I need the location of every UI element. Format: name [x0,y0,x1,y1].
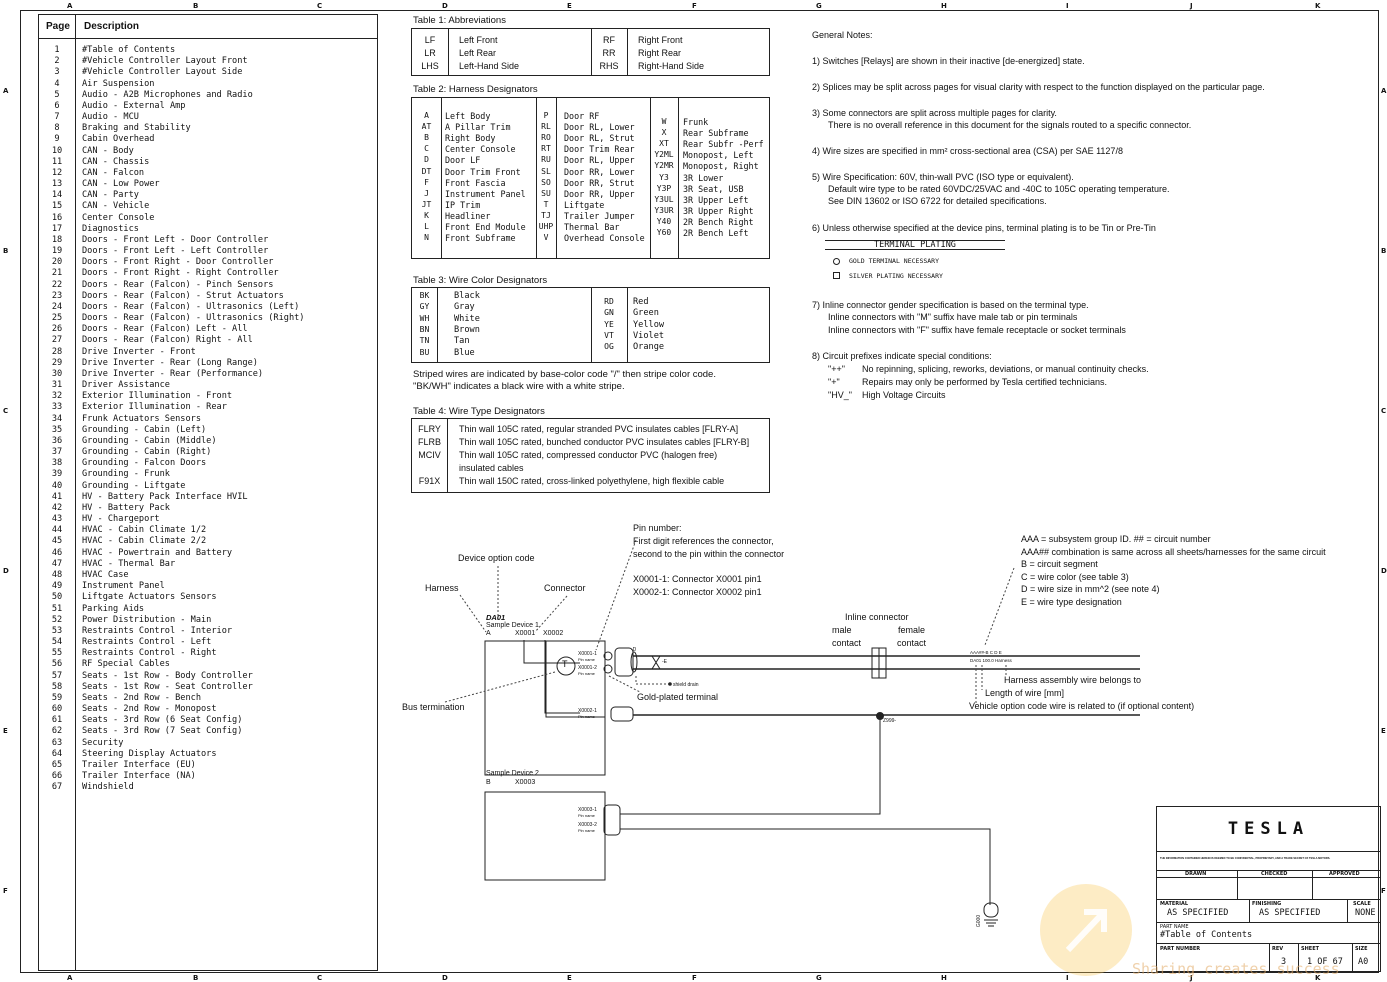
arrow-icon [1065,909,1107,953]
pin-name-2: Pin name [578,671,595,676]
ground-label: G000 [976,914,983,928]
twist-label: -E [662,659,667,665]
finishing-label: FINISHING [1252,901,1282,907]
approved-label: APPROVED [1329,871,1360,877]
material-value: AS SPECIFIED [1167,908,1229,918]
size-label: SIZE [1355,946,1368,952]
watermark-text: Sharing creates success [1132,960,1340,978]
device-option-code-label: Device option code [458,553,535,563]
device2-name: Sample Device 2 [486,770,539,777]
wire-label-legend-item: AAA = subsystem group ID. ## = circuit n… [1021,534,1211,544]
device2-connector: X0003 [515,779,536,786]
pin-name-1: Pin name [578,657,595,662]
scale-value: NONE [1355,908,1376,918]
wire-label-legend-item: AAA## combination is same across all she… [1021,546,1326,557]
female-contact-1: female [898,625,926,635]
length-of-wire-label: Length of wire [mm] [985,688,1065,698]
harness-label: Harness [425,583,459,593]
wire-label-legend-item: C = wire color (see table 3) [1021,571,1129,582]
wire-label-legend-item: D = wire size in mm^2 (see note 4) [1021,584,1160,594]
pin-name-4: Pin name [578,813,595,818]
gold-plated-label: Gold-plated terminal [637,692,719,702]
device1-connector-1: X0001 [515,630,536,637]
device2-harness: B [486,779,491,786]
size-value: A0 [1358,957,1369,967]
disclaimer: THE INFORMATION CONTAINED HEREIN IS DEEM… [1160,857,1331,860]
bus-termination-label: Bus termination [402,702,465,712]
device1-name: Sample Device 1 [486,622,539,629]
pin-example-2: X0002-1: Connector X0002 pin1 [633,587,762,597]
device1-harness: A [486,630,491,637]
pin-name-3: Pin name [578,714,595,719]
shield-label: -D [631,647,637,653]
pin-number-title: Pin number: [633,523,682,533]
tesla-logo: TESLA [1157,807,1380,852]
finishing-value: AS SPECIFIED [1259,908,1321,918]
vehicle-option-label: Vehicle option code wire is related to (… [969,701,1195,711]
watermark-logo [1040,884,1132,976]
title-block: TESLA THE INFORMATION CONTAINED HEREIN I… [1156,806,1381,972]
splice-label: Z999- [883,718,897,724]
wire-label-bottom: DA01 100.0 Harness [970,658,1012,663]
wire-label-legend-item: E = wire type designation [1021,596,1122,607]
connector-label: Connector [544,583,586,593]
device1-code: DA01 [486,613,506,622]
pin-number-line1: First digit references the connector, [633,536,774,546]
shield-drain-label: shield drain [673,682,699,688]
rev-label: REV [1272,946,1284,952]
part-name-value: #Table of Contents [1160,930,1253,940]
checked-label: CHECKED [1261,871,1288,877]
material-label: MATERIAL [1160,901,1189,907]
pin-number-line2: second to the pin within the connector [633,549,785,559]
pin-example-1: X0001-1: Connector X0001 pin1 [633,574,762,584]
pin-name-5: Pin name [578,828,595,833]
male-contact-2: contact [832,638,862,648]
wire-label-top: AAA##-B C D E [970,650,1002,655]
device2-box [484,791,606,881]
sheet-label: SHEET [1301,946,1320,952]
female-contact-2: contact [897,638,927,648]
harness-assembly-label: Harness assembly wire belongs to [1004,675,1142,685]
drawn-label: DRAWN [1185,871,1207,877]
scale-label: SCALE [1353,901,1371,907]
inline-connector-label: Inline connector [845,612,909,622]
device1-connector-2: X0002 [543,630,564,637]
wire-label-legend-item: B = circuit segment [1021,559,1098,569]
male-contact-1: male [832,625,852,635]
termination-symbol-label: T [562,659,568,669]
part-number-label: PART NUMBER [1160,946,1201,952]
